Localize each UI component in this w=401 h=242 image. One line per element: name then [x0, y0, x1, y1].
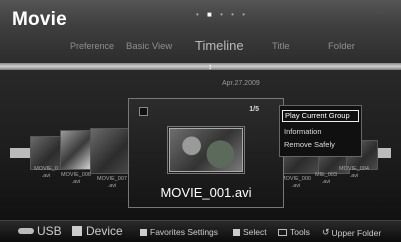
- return-icon: ↺: [322, 227, 330, 237]
- thumbnail-caption: MOVIE_006 .avi: [56, 172, 96, 186]
- tools-popup-menu: Play Current Group Information Remove Sa…: [279, 105, 362, 157]
- tab-basic-view[interactable]: Basic View: [126, 41, 172, 52]
- usb-label: USB: [37, 224, 62, 238]
- tab-title[interactable]: Title: [272, 41, 290, 52]
- usb-icon: [18, 228, 34, 234]
- tools-button[interactable]: Tools: [278, 227, 310, 237]
- menu-item-information[interactable]: Information: [284, 127, 322, 136]
- page-dot-current: ■: [207, 10, 215, 19]
- thumbnail[interactable]: [60, 130, 94, 170]
- device-label: Device: [86, 224, 123, 238]
- selected-item-preview[interactable]: 1/5 MOVIE_001.avi: [128, 98, 284, 208]
- timeline-marker-icon[interactable]: ↕: [208, 62, 212, 71]
- tab-preference[interactable]: Preference: [70, 41, 114, 51]
- square-button-icon: [233, 228, 240, 236]
- thumbnail-caption-name: MOVIE_007: [97, 176, 127, 182]
- menu-item-play-current-group[interactable]: Play Current Group: [282, 110, 359, 122]
- upper-folder-label: Upper Folder: [331, 227, 382, 238]
- bottom-bar: USB Device Favorites Settings Select Too…: [0, 220, 401, 242]
- device-button[interactable]: Device: [72, 224, 123, 238]
- usb-source[interactable]: USB: [18, 224, 62, 238]
- thumbnail-caption-name: MOVIE_004: [339, 166, 369, 172]
- thumbnail-caption-ext: .avi: [107, 183, 117, 189]
- select-checkbox[interactable]: [139, 107, 148, 116]
- timeline-bar[interactable]: [0, 63, 401, 70]
- select-label: Select: [243, 227, 267, 237]
- thumbnail-caption: MOVIE_004 .avi: [334, 166, 374, 180]
- preview-filename: MOVIE_001.avi: [160, 185, 252, 200]
- thumbnail[interactable]: [90, 128, 132, 174]
- page-dot: •: [231, 10, 237, 19]
- page-dot: •: [196, 10, 202, 19]
- tools-label: Tools: [290, 227, 310, 237]
- movie-browser-screen: Movie • ■ • • • Preference Basic View Ti…: [0, 0, 401, 242]
- upper-folder-button[interactable]: ↺ Upper Folder: [322, 227, 381, 238]
- tab-folder[interactable]: Folder: [328, 41, 355, 52]
- square-button-icon: [140, 228, 147, 236]
- thumbnail[interactable]: [30, 136, 64, 170]
- preview-thumbnail: [167, 126, 245, 174]
- item-counter: 1/5: [249, 106, 259, 113]
- tab-timeline[interactable]: Timeline: [195, 38, 244, 53]
- thumbnail-caption-name: MOVIE_006: [61, 172, 91, 178]
- page-dot: •: [220, 10, 226, 19]
- thumbnail-caption-ext: .avi: [71, 179, 81, 185]
- tools-icon: [278, 228, 287, 236]
- favorites-settings-button[interactable]: Favorites Settings: [140, 227, 218, 237]
- thumbnail-caption-ext: .avi: [321, 179, 331, 185]
- thumbnail-caption: MOVIE_007 .avi: [92, 176, 132, 190]
- focus-frame: [167, 126, 245, 174]
- page-indicator: • ■ • • •: [196, 10, 248, 19]
- square-button-icon: [72, 226, 82, 236]
- select-button[interactable]: Select: [233, 227, 267, 237]
- favorites-settings-label: Favorites Settings: [150, 227, 219, 237]
- timeline-date: Apr.27.2009: [222, 80, 260, 87]
- app-title: Movie: [12, 9, 67, 30]
- menu-item-remove-safely[interactable]: Remove Safely: [284, 140, 335, 149]
- page-dot: •: [242, 10, 249, 19]
- thumbnail-caption-ext: .avi: [349, 173, 359, 179]
- scroll-left-indicator[interactable]: [10, 148, 30, 158]
